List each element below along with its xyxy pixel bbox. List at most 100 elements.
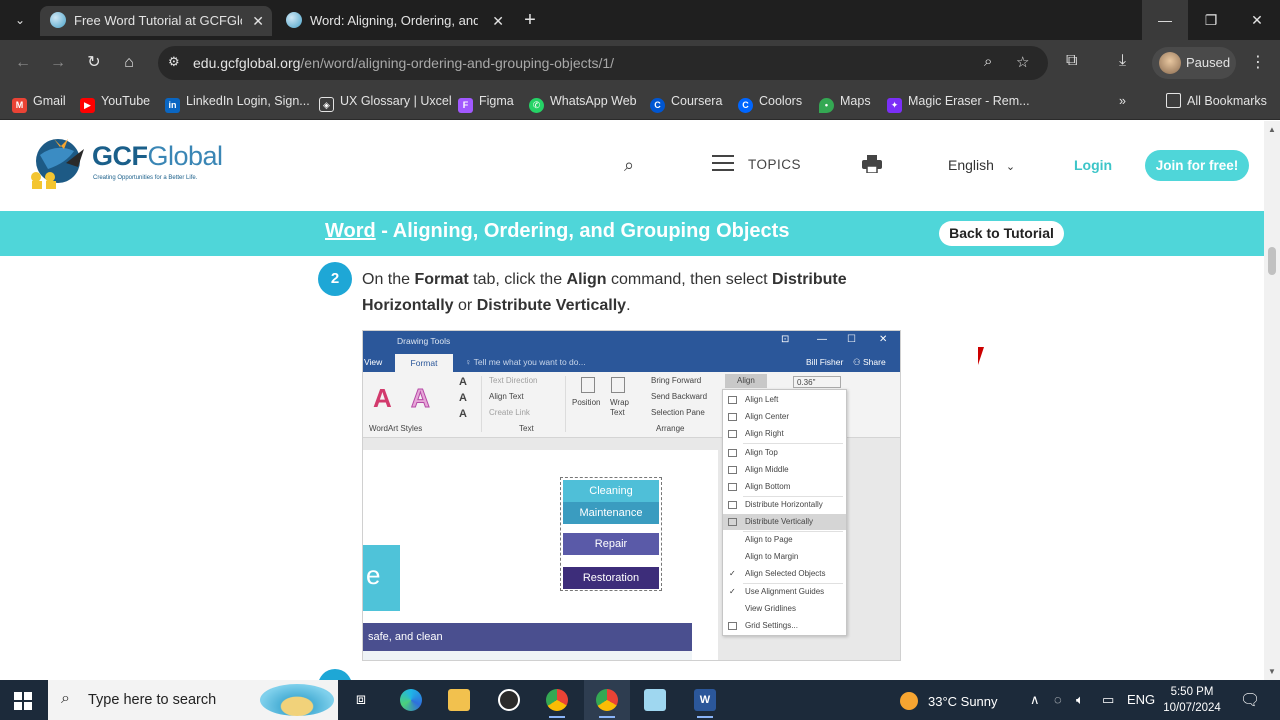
bookmark-gmail[interactable]: M Gmail <box>12 87 66 115</box>
new-tab-plus-icon[interactable]: + <box>518 9 542 33</box>
web-page: GCFGlobal Creating Opportunities for a B… <box>0 121 1264 680</box>
forward-arrow-icon[interactable]: → <box>47 52 69 74</box>
bookmark-youtube[interactable]: ▶ YouTube <box>80 87 150 115</box>
menu-align-to-page: Align to Page <box>745 535 793 544</box>
menu-align-top: Align Top <box>723 445 846 461</box>
tab-search-chevron-icon[interactable]: ⌄ <box>10 10 30 30</box>
gcf-favicon-icon <box>286 12 302 28</box>
edge-icon[interactable] <box>388 680 434 720</box>
menu-align-middle: Align Middle <box>723 462 846 478</box>
site-search-icon[interactable]: ⌕ <box>624 155 634 176</box>
browser-menu-icon[interactable]: ⋮ <box>1250 52 1266 72</box>
search-highlight-island-icon <box>260 684 334 716</box>
system-clock[interactable]: 5:50 PM 10/07/2024 <box>1160 684 1224 716</box>
windows-start-icon[interactable] <box>14 692 32 710</box>
tray-chevron-up-icon[interactable]: ∧ <box>1030 692 1040 708</box>
language-indicator[interactable]: ENG <box>1127 692 1155 707</box>
align-middle-icon <box>728 466 737 474</box>
language-selector[interactable]: English ⌄ <box>948 157 1015 173</box>
hamburger-icon <box>712 155 734 171</box>
distribute-vertically-icon <box>728 518 737 526</box>
next-step-badge <box>318 669 352 680</box>
align-left-icon <box>728 396 737 404</box>
profile-button[interactable]: Paused <box>1152 47 1236 79</box>
minimize-icon[interactable]: — <box>1142 0 1188 40</box>
menu-distribute-horizontally: Distribute Horizontally <box>723 497 846 513</box>
tab-word-aligning[interactable]: Word: Aligning, Ordering, and Grouping ✕ <box>276 6 512 36</box>
close-tab-icon[interactable]: ✕ <box>492 6 504 36</box>
restore-icon[interactable]: ❐ <box>1188 0 1234 40</box>
position-icon <box>581 377 595 393</box>
volume-icon[interactable]: 🔈︎ <box>1076 692 1084 708</box>
gcf-logo[interactable]: GCFGlobal Creating Opportunities for a B… <box>26 133 246 193</box>
zoom-icon[interactable]: ⌕ <box>984 53 992 70</box>
bookmark-uxcel[interactable]: ◈ UX Glossary | Uxcel <box>319 87 452 115</box>
join-button[interactable]: Join for free! <box>1145 150 1249 181</box>
notifications-icon[interactable]: 🗨︎ <box>1240 690 1260 710</box>
bookmark-maps[interactable]: • Maps <box>819 87 871 115</box>
menu-align-center: Align Center <box>723 409 846 425</box>
print-icon[interactable] <box>862 155 882 173</box>
reload-icon[interactable]: ↻ <box>83 52 105 74</box>
word-link[interactable]: Word <box>325 220 376 242</box>
bookmark-figma[interactable]: F Figma <box>458 87 514 115</box>
menu-view-gridlines: View Gridlines <box>745 604 796 613</box>
document-page: e Cleaning Maintenance Repair Restoratio… <box>363 450 718 660</box>
topics-menu[interactable]: TOPICS <box>712 155 801 172</box>
notepad-icon[interactable] <box>632 680 678 720</box>
chrome-profile-icon[interactable] <box>584 680 630 720</box>
wordart-style-icon: A <box>411 383 431 414</box>
chevron-down-icon: ⌄ <box>1005 161 1016 173</box>
checkmark-icon: ✓ <box>729 569 736 578</box>
taskbar-search-box[interactable]: ⌕ Type here to search <box>48 680 338 720</box>
bookmark-coolors[interactable]: C Coolors <box>738 87 802 115</box>
align-center-icon <box>728 413 737 421</box>
scroll-up-icon[interactable]: ▲ <box>1268 125 1276 134</box>
folder-icon <box>1166 93 1181 108</box>
bookmarks-overflow-icon[interactable]: » <box>1119 87 1126 115</box>
page-scrollbar[interactable]: ▲ ▼ <box>1264 121 1280 680</box>
distribute-horizontally-icon <box>728 501 737 509</box>
coursera-icon: C <box>650 98 665 113</box>
scroll-thumb[interactable] <box>1268 247 1276 275</box>
close-tab-icon[interactable]: ✕ <box>252 6 264 36</box>
word-maximize-icon: ☐ <box>847 334 856 345</box>
word-icon[interactable]: W <box>682 680 728 720</box>
bookmark-star-icon[interactable]: ☆ <box>1016 53 1029 71</box>
magic-eraser-icon: ✦ <box>887 98 902 113</box>
back-to-tutorial-button[interactable]: Back to Tutorial <box>939 221 1064 246</box>
back-arrow-icon[interactable]: ← <box>12 52 34 74</box>
chrome-icon[interactable] <box>534 680 580 720</box>
lightbulb-icon: ♀ <box>465 357 472 367</box>
word-close-icon: ✕ <box>879 334 888 345</box>
home-icon[interactable]: ⌂ <box>118 52 140 74</box>
bookmark-whatsapp[interactable]: ✆ WhatsApp Web <box>529 87 637 115</box>
file-explorer-icon[interactable] <box>436 680 482 720</box>
step-number-badge: 2 <box>318 262 352 296</box>
extensions-icon[interactable]: ⧉ <box>1066 52 1077 70</box>
weather-widget[interactable]: 33°C Sunny <box>900 692 998 710</box>
task-view-icon[interactable]: ⧈ <box>338 680 384 720</box>
obs-icon[interactable] <box>486 680 532 720</box>
align-right-icon <box>728 430 737 438</box>
tab-gcf-tutorial[interactable]: Free Word Tutorial at GCFGlobal ✕ <box>40 6 272 36</box>
bookmark-linkedin[interactable]: in LinkedIn Login, Sign... <box>165 87 310 115</box>
word-screenshot: Drawing Tools ⊡ — ☐ ✕ View Format ♀ Tell… <box>362 330 901 661</box>
download-icon[interactable]: ⤓ <box>1119 52 1126 70</box>
site-info-icon[interactable]: ⚙ <box>168 54 180 70</box>
window-close-icon[interactable]: ✕ <box>1234 0 1280 40</box>
gcf-favicon-icon <box>50 12 66 28</box>
scroll-down-icon[interactable]: ▼ <box>1268 667 1276 676</box>
ribbon-display-icon: ⊡ <box>781 334 790 345</box>
display-icon[interactable]: ▭ <box>1102 692 1114 708</box>
word-ribbon-tabs: View Format ♀ Tell me what you want to d… <box>363 352 900 372</box>
url-text[interactable]: edu.gcfglobal.org/en/word/aligning-order… <box>193 46 614 80</box>
address-bar[interactable]: ⚙ edu.gcfglobal.org/en/word/aligning-ord… <box>158 46 1048 80</box>
wordart-style-icon: A <box>373 383 392 413</box>
login-link[interactable]: Login <box>1074 157 1112 173</box>
bookmark-magic-eraser[interactable]: ✦ Magic Eraser - Rem... <box>887 87 1030 115</box>
bookmark-coursera[interactable]: C Coursera <box>650 87 722 115</box>
network-sync-icon[interactable]: ◌ <box>1054 692 1062 707</box>
youtube-icon: ▶ <box>80 98 95 113</box>
all-bookmarks[interactable]: All Bookmarks <box>1166 87 1267 115</box>
